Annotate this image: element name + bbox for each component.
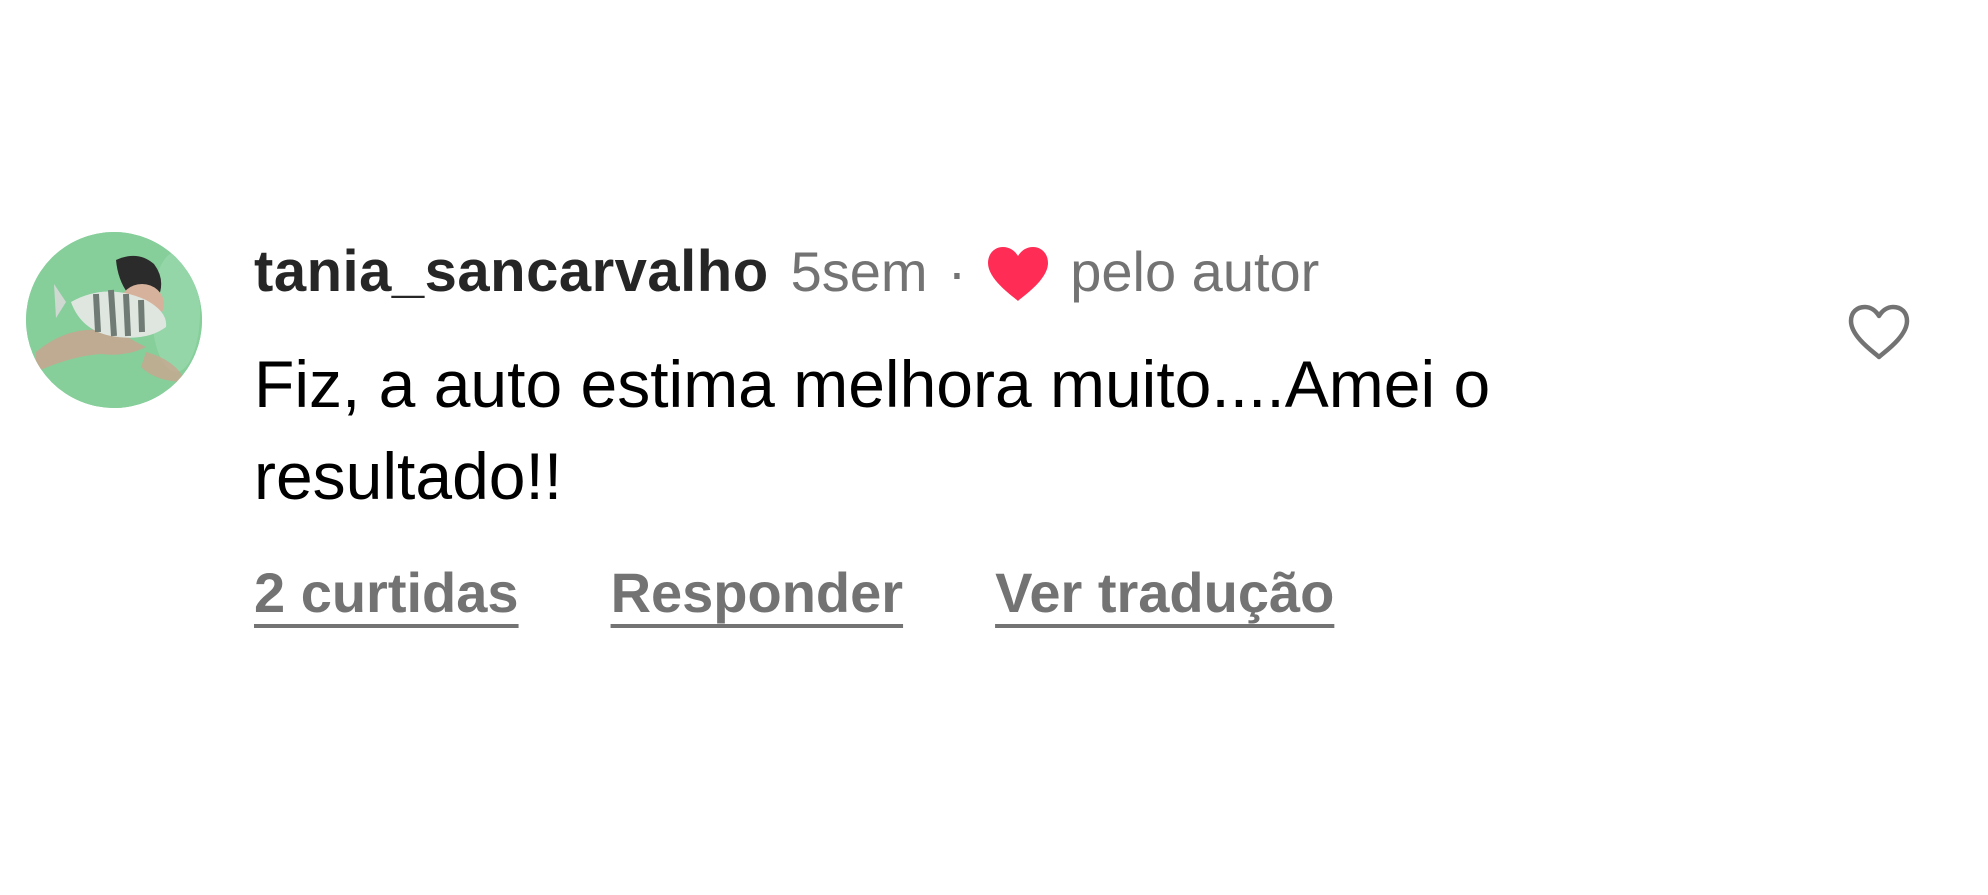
comment-text: Fiz, a auto estima melhora muito....Amei… [254, 347, 1491, 513]
see-translation-link[interactable]: Ver tradução [995, 560, 1334, 625]
like-button[interactable] [1846, 302, 1912, 362]
username[interactable]: tania_sancarvalho [254, 238, 769, 305]
avatar[interactable] [26, 232, 202, 408]
reply-button[interactable]: Responder [611, 560, 904, 625]
author-liked-label: pelo autor [1070, 239, 1320, 303]
comment-meta: tania_sancarvalho 5sem · pelo autor [254, 236, 1319, 306]
comment-actions: 2 curtidas Responder Ver tradução [254, 560, 1334, 625]
heart-outline-icon [1848, 304, 1910, 360]
likes-count-link[interactable]: 2 curtidas [254, 560, 519, 625]
comment: tania_sancarvalho 5sem · pelo autor Fiz,… [0, 0, 1988, 895]
avatar-image [26, 232, 202, 408]
separator-dot: · [947, 239, 967, 303]
filled-heart-icon [984, 244, 1052, 304]
timestamp: 5sem [790, 239, 928, 303]
